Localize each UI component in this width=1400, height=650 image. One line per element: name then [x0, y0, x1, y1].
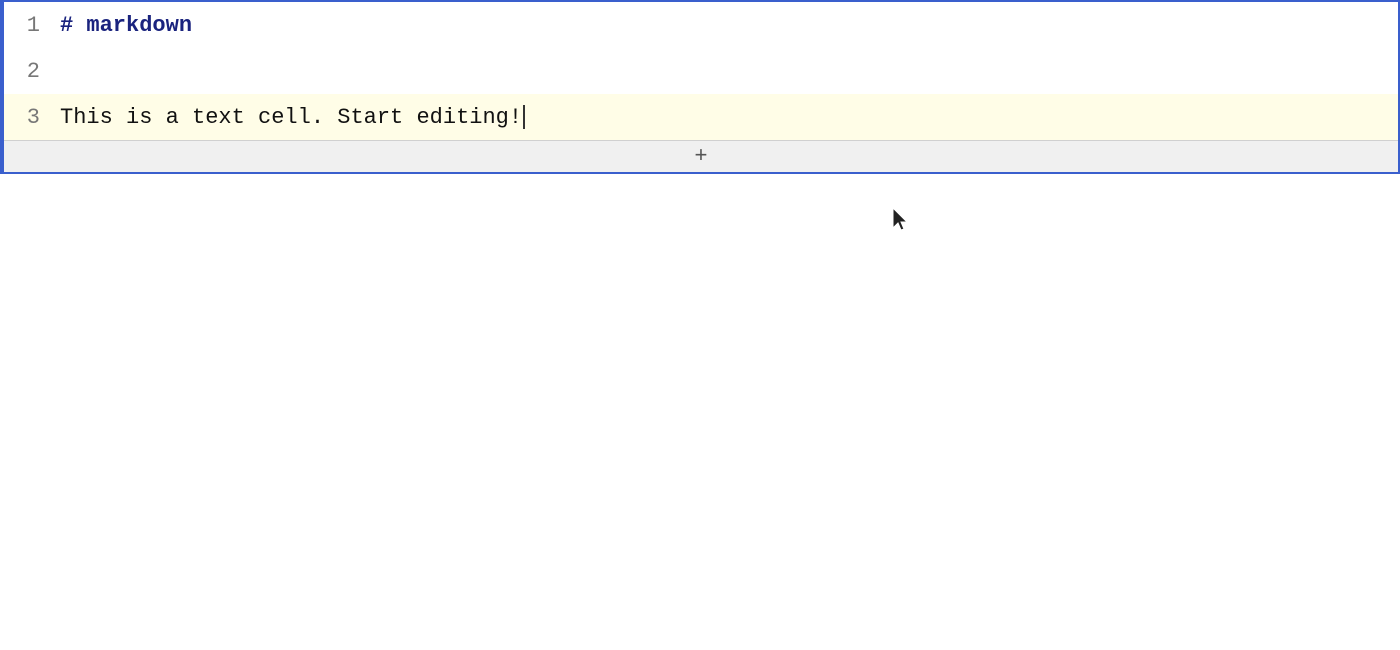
line-content-2	[54, 48, 1398, 94]
line-number-2: 2	[4, 48, 54, 94]
add-cell-bar[interactable]: +	[4, 140, 1398, 172]
line-content-1: # markdown	[54, 2, 1398, 48]
mouse-cursor-icon	[893, 208, 913, 232]
line-3-text: This is a text cell. Start editing!	[60, 105, 522, 130]
line-1-keyword: # markdown	[60, 13, 192, 38]
code-line-3[interactable]: 3 This is a text cell. Start editing!	[4, 94, 1398, 140]
editor-container: 1 # markdown 2 3 This is a text cell. St…	[0, 0, 1400, 650]
add-cell-button[interactable]: +	[694, 144, 707, 169]
code-line-1: 1 # markdown	[4, 2, 1398, 48]
code-line-2: 2	[4, 48, 1398, 94]
line-number-1: 1	[4, 2, 54, 48]
code-cell[interactable]: 1 # markdown 2 3 This is a text cell. St…	[0, 0, 1400, 174]
line-number-3: 3	[4, 94, 54, 140]
line-content-3[interactable]: This is a text cell. Start editing!	[54, 94, 1398, 140]
text-cursor	[523, 105, 525, 129]
